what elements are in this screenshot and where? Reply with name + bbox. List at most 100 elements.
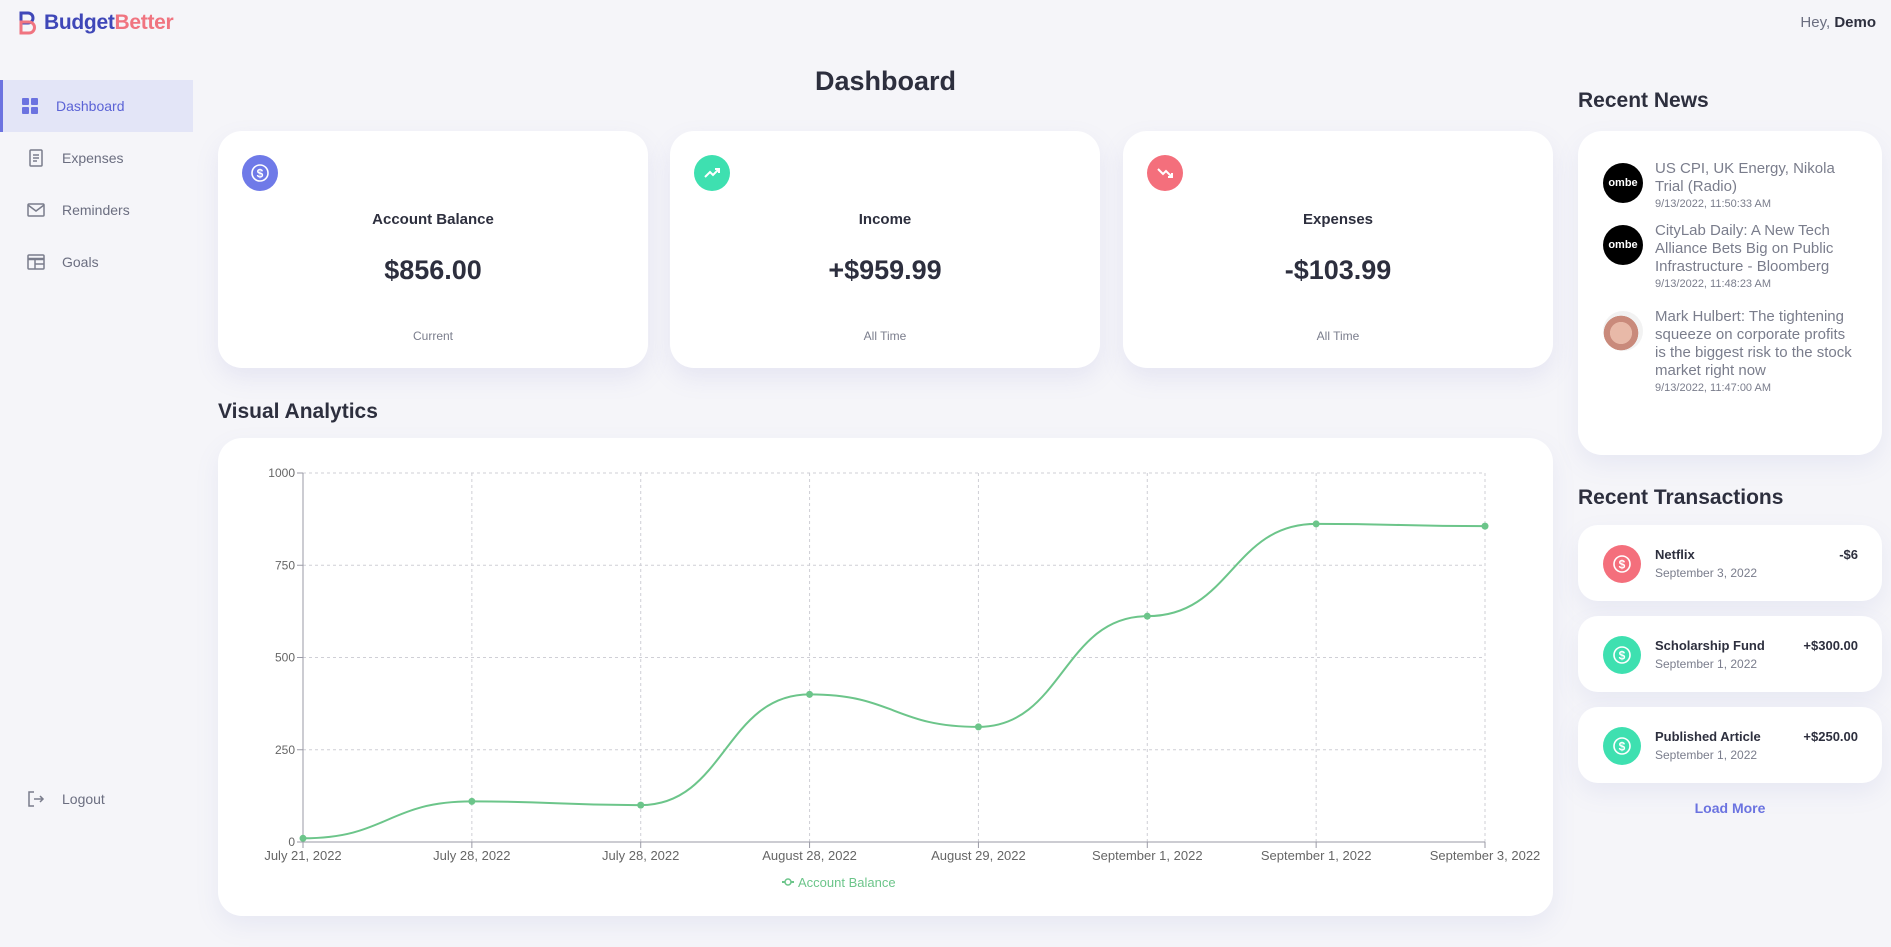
sidebar: Dashboard Expenses Reminders Goals [0,80,193,288]
transaction-amount: -$6 [1839,547,1858,562]
user-greeting: Hey, Demo [1800,14,1876,31]
news-headline[interactable]: Mark Hulbert: The tightening squeeze on … [1655,308,1860,380]
y-tick-label: 250 [275,743,295,757]
transaction-date: September 1, 2022 [1655,657,1758,671]
news-date: 9/13/2022, 11:48:23 AM [1655,278,1771,290]
data-point [974,723,982,731]
receipt-icon [29,149,43,167]
sidebar-item-label: Reminders [62,202,130,218]
table-icon [27,254,45,270]
sidebar-item-dashboard[interactable]: Dashboard [0,80,193,132]
card-caption: All Time [863,329,907,343]
transaction-name: Scholarship Fund [1655,638,1765,653]
sidebar-item-goals[interactable]: Goals [0,236,193,288]
brand-logo[interactable]: BudgetBetter [18,10,174,36]
news-thumbnail [1603,311,1643,351]
card-value: -$103.99 [1284,255,1392,285]
legend-marker [784,878,792,886]
dollar-icon: $ [1603,636,1641,674]
series-line [302,522,1486,840]
line-chart[interactable]: 0 250 500 750 1000 July 21, 2022 July 28, 2022… [218,438,1553,916]
legend-label: Account Balance [798,875,896,890]
x-tick-label: July 28, 2022 [433,848,510,863]
svg-text:$: $ [1619,649,1626,663]
data-point [637,801,645,809]
card-title: Income [858,211,912,228]
greeting-prefix: Hey, [1800,14,1831,31]
news-item[interactable]: ombe US CPI, UK Energy, Nikola Trial (Ra… [1603,160,1860,210]
transaction-item[interactable]: $ Scholarship Fund September 1, 2022 +$3… [1578,616,1882,692]
card-title: Account Balance [372,211,494,228]
brand-name-part1: Budget [44,11,115,34]
news-headline[interactable]: CityLab Daily: A New Tech Alliance Bets … [1655,222,1860,276]
grid-icon [22,98,38,114]
transaction-date: September 3, 2022 [1655,566,1758,580]
card-value: +$959.99 [828,255,942,285]
x-tick-label: July 28, 2022 [602,848,679,863]
analytics-chart-card: 0 250 500 750 1000 July 21, 2022 July 28, 2022… [218,438,1553,916]
logout-area: Logout [0,773,193,825]
card-value: $856.00 [384,255,482,285]
svg-text:$: $ [1619,558,1626,572]
brand-name: BudgetBetter [44,11,174,35]
transaction-item[interactable]: $ Netflix September 3, 2022 -$6 [1578,525,1882,601]
brand-name-part2: Better [114,11,174,34]
y-tick-label: 0 [288,835,295,849]
logout-button[interactable]: Logout [0,773,193,825]
dollar-icon: $ [1603,727,1641,765]
user-name: Demo [1834,14,1876,31]
news-thumbnail: ombe [1603,163,1643,203]
data-point [1312,520,1320,528]
trending-up-icon [694,155,730,191]
x-tick-label: July 21, 2022 [264,848,341,863]
transaction-amount: +$300.00 [1803,638,1858,653]
recent-news-card: ombe US CPI, UK Energy, Nikola Trial (Ra… [1578,131,1882,455]
x-tick-label: August 29, 2022 [931,848,1026,863]
dollar-icon: $ [242,155,278,191]
mail-icon [27,203,45,217]
income-card: Income +$959.99 All Time [670,131,1100,368]
load-more-button[interactable]: Load More [1578,800,1882,816]
logout-icon [28,791,45,807]
transaction-amount: +$250.00 [1803,729,1858,744]
y-tick-label: 500 [275,651,295,665]
news-item[interactable]: Mark Hulbert: The tightening squeeze on … [1603,308,1860,394]
transaction-date: September 1, 2022 [1655,748,1758,762]
recent-news-title: Recent News [1578,89,1709,112]
sidebar-item-expenses[interactable]: Expenses [0,132,193,184]
news-item[interactable]: ombe CityLab Daily: A New Tech Alliance … [1603,222,1860,290]
transaction-name: Published Article [1655,729,1761,744]
data-point [468,797,476,805]
x-tick-label: September 1, 2022 [1261,848,1372,863]
recent-transactions-title: Recent Transactions [1578,486,1784,509]
news-thumbnail: ombe [1603,225,1643,265]
page-title: Dashboard [814,66,957,96]
y-tick-label: 1000 [268,466,295,480]
card-caption: All Time [1316,329,1360,343]
expenses-card: Expenses -$103.99 All Time [1123,131,1553,368]
card-caption: Current [412,329,453,343]
x-tick-label: September 1, 2022 [1092,848,1203,863]
transaction-name: Netflix [1655,547,1695,562]
logo-icon [18,10,38,36]
data-point [1481,522,1489,530]
y-tick-label: 750 [275,558,295,572]
account-balance-card: $ Account Balance $856.00 Current [218,131,648,368]
sidebar-item-label: Dashboard [56,98,125,114]
news-headline[interactable]: US CPI, UK Energy, Nikola Trial (Radio) [1655,160,1860,196]
transaction-item[interactable]: $ Published Article September 1, 2022 +$… [1578,707,1882,783]
logout-label: Logout [62,791,105,807]
svg-text:$: $ [257,167,264,181]
x-tick-label: August 28, 2022 [762,848,857,863]
visual-analytics-title: Visual Analytics [218,400,378,423]
sidebar-item-reminders[interactable]: Reminders [0,184,193,236]
data-point [299,834,307,842]
svg-text:$: $ [1619,740,1626,754]
sidebar-item-label: Goals [62,254,99,270]
news-date: 9/13/2022, 11:47:00 AM [1655,382,1771,394]
news-date: 9/13/2022, 11:50:33 AM [1655,198,1771,210]
data-point [806,690,814,698]
data-point [1143,612,1151,620]
trending-down-icon [1147,155,1183,191]
card-title: Expenses [1302,211,1374,228]
